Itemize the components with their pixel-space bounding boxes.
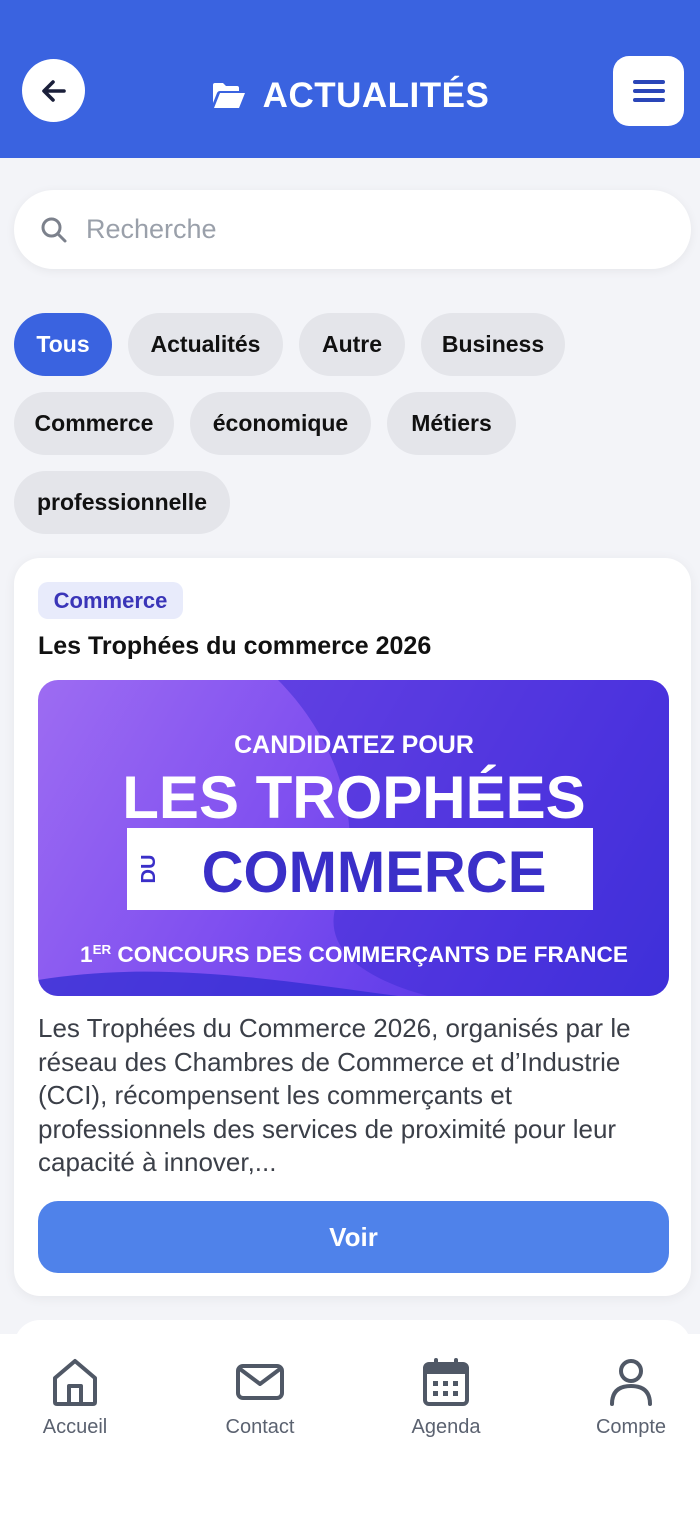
banner-line-concours: 1ER CONCOURS DES COMMERÇANTS DE FRANCE xyxy=(80,942,628,967)
tab-label-agenda: Agenda xyxy=(411,1416,481,1438)
view-article-button[interactable]: Voir xyxy=(38,1201,669,1273)
filter-chip-business[interactable]: Business xyxy=(421,313,565,376)
top-app-bar: ACTUALITÉS xyxy=(0,0,700,158)
tab-label-contact: Contact xyxy=(225,1416,295,1438)
filter-chip-actualites[interactable]: Actualités xyxy=(128,313,283,376)
banner-concours-text: CONCOURS DES COMMERÇANTS DE FRANCE xyxy=(117,942,628,967)
home-icon xyxy=(53,1359,97,1406)
calendar-icon xyxy=(423,1358,469,1406)
filter-chip-commerce[interactable]: Commerce xyxy=(14,392,174,455)
tab-agenda[interactable]: Agenda xyxy=(371,1356,521,1446)
user-icon xyxy=(610,1359,652,1406)
tab-accueil[interactable]: Accueil xyxy=(0,1356,150,1446)
category-badge: Commerce xyxy=(38,582,183,619)
mail-icon xyxy=(236,1364,284,1400)
search-icon xyxy=(41,217,67,242)
banner-line-du: DU xyxy=(138,855,160,884)
search-bar[interactable] xyxy=(14,190,691,269)
article-description: Les Trophées du Commerce 2026, organisés… xyxy=(38,1013,631,1177)
banner-ordinal-suffix: ER xyxy=(93,942,112,957)
search-input[interactable] xyxy=(86,214,646,245)
filter-chip-economique[interactable]: économique xyxy=(190,392,371,455)
tab-label-compte: Compte xyxy=(595,1416,667,1438)
menu-button[interactable] xyxy=(613,56,684,126)
banner-line-candidatez: CANDIDATEZ POUR xyxy=(234,731,474,759)
filter-chip-metiers[interactable]: Métiers xyxy=(387,392,516,455)
banner-line-commerce: COMMERCE xyxy=(202,840,547,905)
banner-ordinal-number: 1 xyxy=(80,942,93,967)
tab-label-accueil: Accueil xyxy=(42,1416,108,1438)
page-title-group: ACTUALITÉS xyxy=(0,72,700,120)
filter-chip-tous[interactable]: Tous xyxy=(14,313,112,376)
filter-chip-professionnelle[interactable]: professionnelle xyxy=(14,471,230,534)
bottom-tab-bar: Accueil Contact Agenda Compte xyxy=(0,1334,700,1515)
page-title: ACTUALITÉS xyxy=(262,76,490,115)
article-banner-image: CANDIDATEZ POUR LES TROPHÉES DU COMMERCE… xyxy=(38,680,669,996)
article-title: Les Trophées du commerce 2026 xyxy=(38,632,432,660)
banner-line-trophees: LES TROPHÉES xyxy=(122,764,585,831)
tab-compte[interactable]: Compte xyxy=(556,1356,700,1446)
filter-chip-autre[interactable]: Autre xyxy=(299,313,405,376)
folder-open-icon xyxy=(212,83,245,108)
tab-contact[interactable]: Contact xyxy=(185,1356,335,1446)
article-card[interactable]: Commerce Les Trophées du commerce 2026 C… xyxy=(14,558,691,1296)
hamburger-menu-icon xyxy=(632,80,665,102)
